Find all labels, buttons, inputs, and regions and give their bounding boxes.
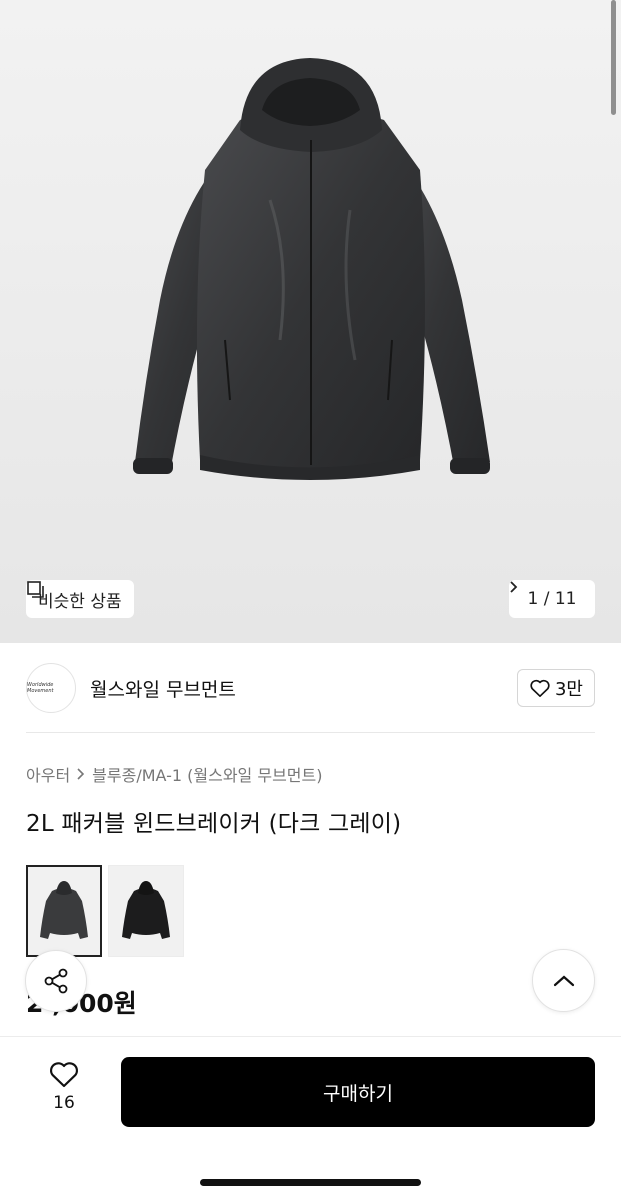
divider <box>26 732 595 733</box>
breadcrumb-item-category[interactable]: 블루종/MA-1 (월스와일 무브먼트) <box>92 762 322 786</box>
breadcrumb: 아우터 블루종/MA-1 (월스와일 무브먼트) <box>26 762 323 786</box>
similar-items-label: 비슷한 상품 <box>38 591 122 612</box>
follow-seller-button[interactable]: 3만 <box>517 669 595 707</box>
bottom-action-bar: 16 구매하기 <box>0 1036 621 1200</box>
similar-items-button[interactable]: 비슷한 상품 <box>26 580 134 618</box>
breadcrumb-item-outer[interactable]: 아우터 <box>26 762 70 786</box>
variant-thumb-dark-gray[interactable] <box>26 865 102 957</box>
scroll-top-button[interactable] <box>532 949 595 1012</box>
seller-row[interactable]: Worldwide Movement 월스와일 무브먼트 3만 <box>26 663 595 713</box>
variant-thumb-black[interactable] <box>108 865 184 957</box>
chevron-up-icon <box>553 975 574 986</box>
buy-button[interactable]: 구매하기 <box>121 1057 595 1127</box>
product-image-carousel[interactable]: 비슷한 상품 1 / 11 <box>0 0 621 643</box>
home-indicator <box>200 1179 421 1186</box>
jacket-thumbnail <box>40 881 88 939</box>
heart-outline-icon <box>50 1062 78 1088</box>
overlay-squares-icon <box>27 581 44 598</box>
jacket-image <box>133 58 490 480</box>
follow-count: 3만 <box>554 679 583 700</box>
seller-name[interactable]: 월스와일 무브먼트 <box>90 675 236 702</box>
image-counter-button[interactable]: 1 / 11 <box>509 580 595 618</box>
product-title: 2L 패커블 윈드브레이커 (다크 그레이) <box>26 811 402 837</box>
seller-logo-text: Worldwide Movement <box>27 682 54 694</box>
share-button[interactable] <box>25 950 87 1012</box>
variant-thumbnails <box>26 865 184 957</box>
page-scrollbar[interactable] <box>611 0 616 115</box>
heart-outline-icon <box>530 679 550 697</box>
chevron-right-icon <box>77 768 85 780</box>
image-counter-text: 1 / 11 <box>527 589 577 609</box>
like-button[interactable]: 16 <box>38 1059 90 1113</box>
jacket-thumbnail <box>122 881 170 939</box>
chevron-right-icon <box>510 581 518 593</box>
share-icon <box>44 968 68 994</box>
like-count: 16 <box>53 1093 75 1113</box>
seller-logo[interactable]: Worldwide Movement <box>26 663 76 713</box>
